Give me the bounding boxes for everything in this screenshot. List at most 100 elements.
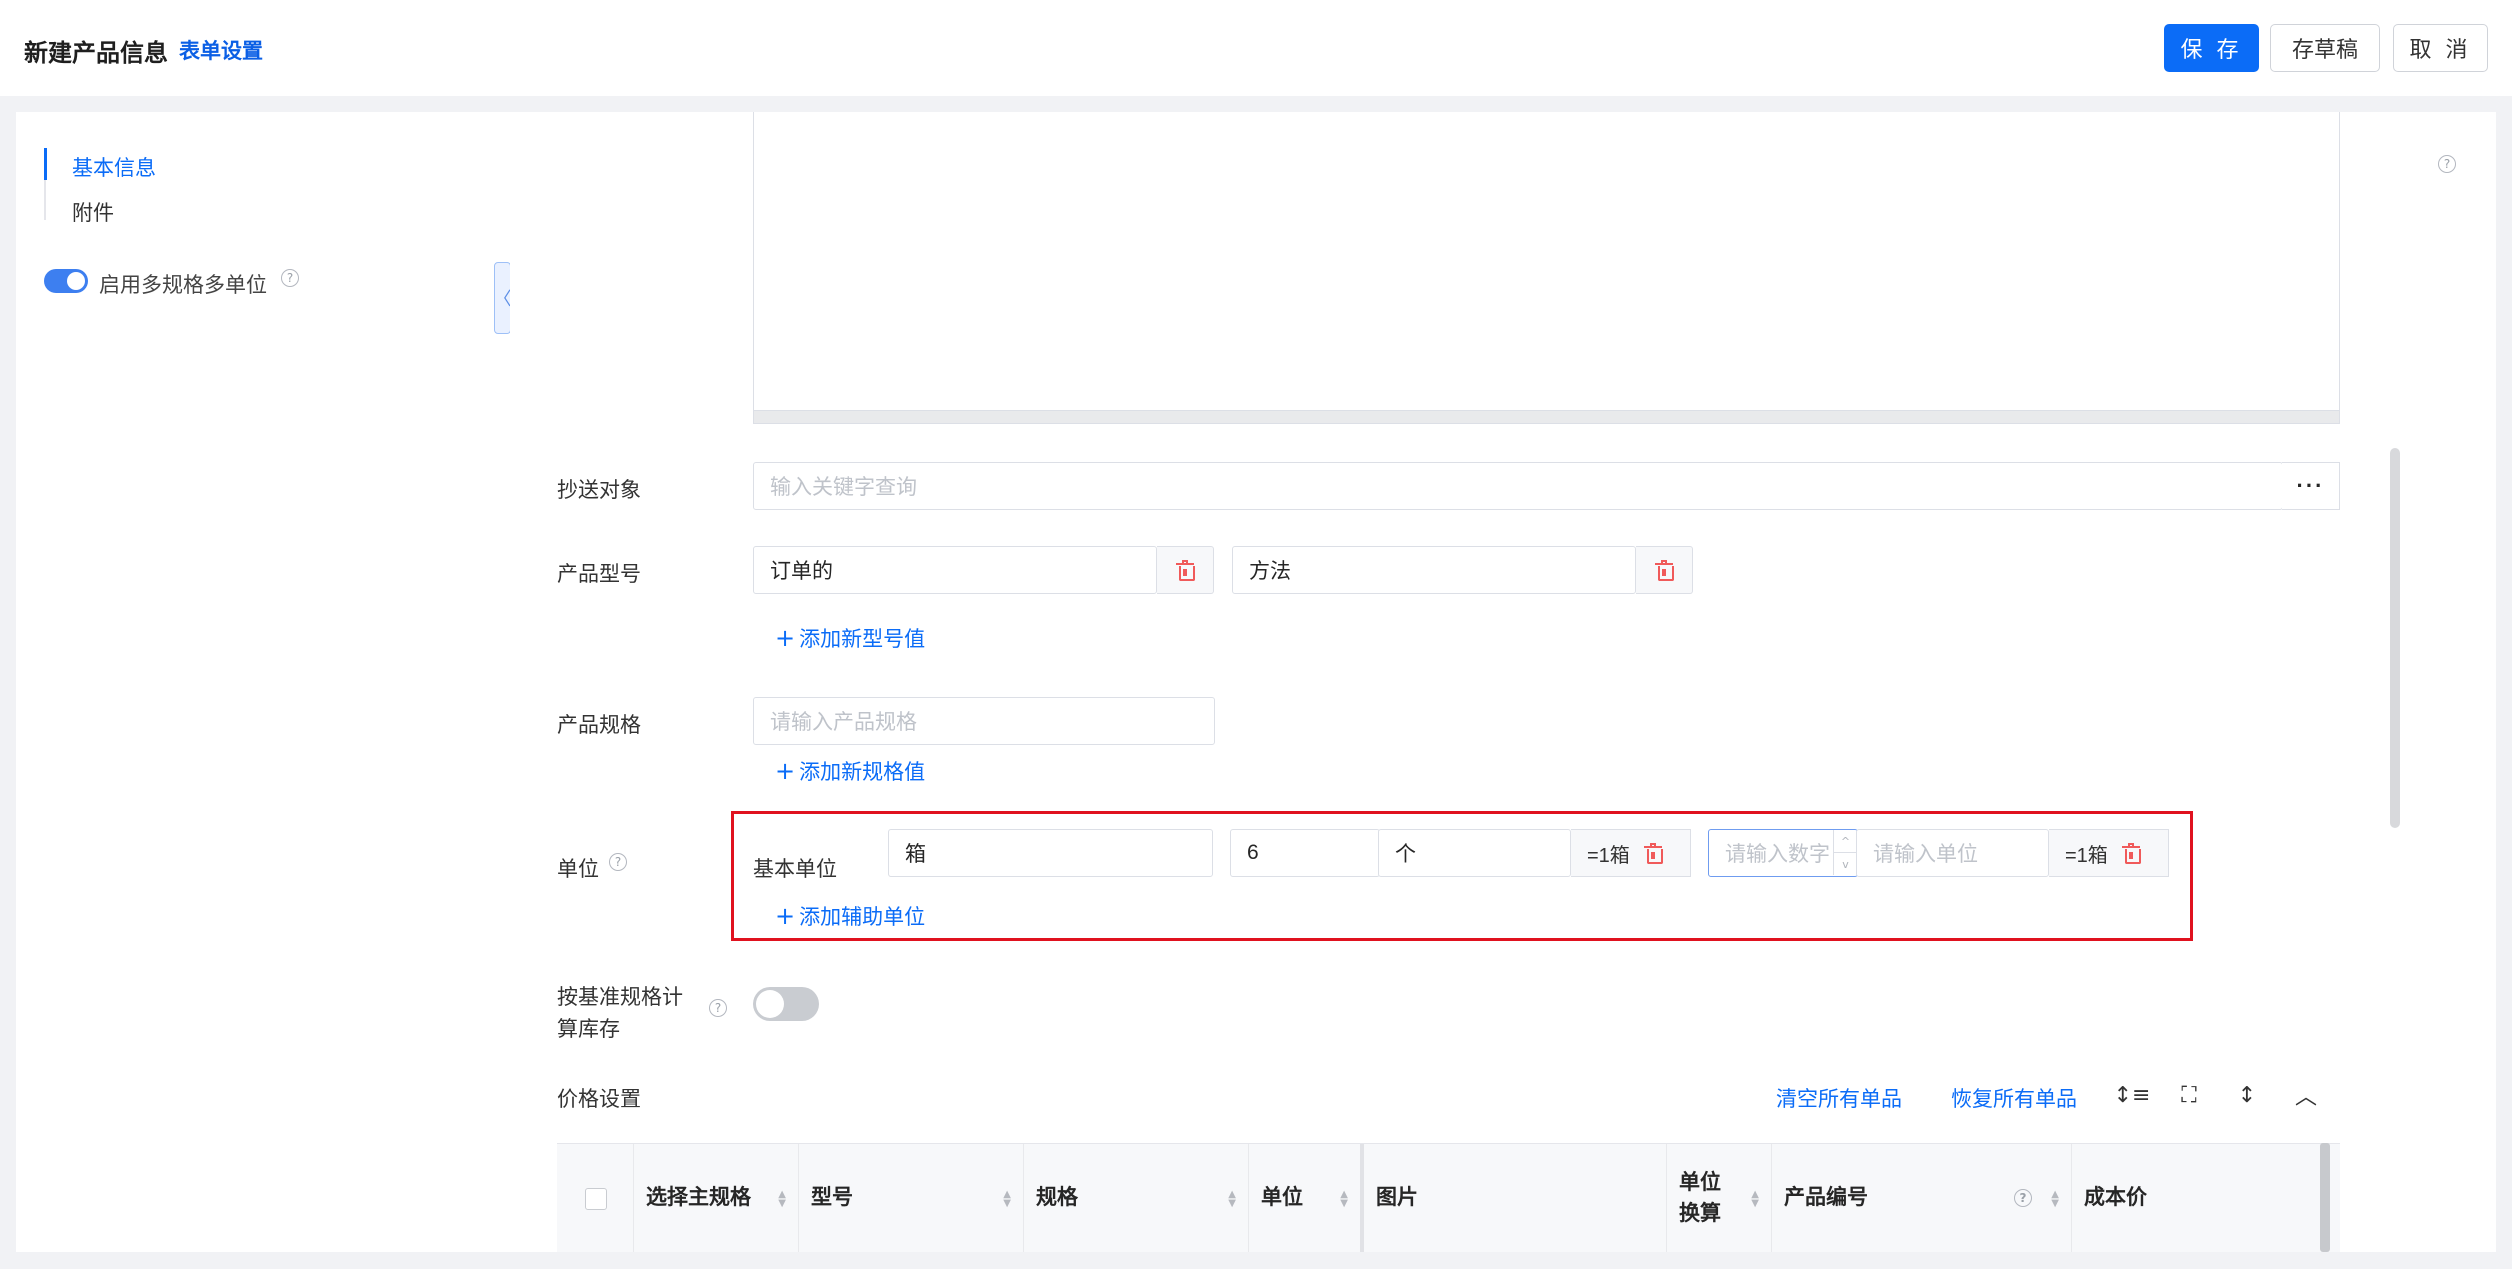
help-icon[interactable]: ?: [2014, 1189, 2032, 1207]
cc-placeholder: 输入关键字查询: [770, 476, 917, 499]
col-image[interactable]: 图片: [1364, 1144, 1667, 1252]
aux-unit-2-name-input[interactable]: 请输入单位: [1856, 829, 2049, 877]
trash-icon: [1655, 560, 1674, 581]
aux-unit-2-eq-text: =1箱: [2065, 844, 2108, 867]
stock-by-base-toggle[interactable]: [753, 987, 819, 1021]
table-scrollbar[interactable]: [2320, 1143, 2330, 1252]
base-unit-value: 箱: [905, 843, 926, 866]
save-button[interactable]: 保 存: [2164, 24, 2259, 72]
model-value-2: 方法: [1249, 560, 1291, 583]
select-all-checkbox[interactable]: [585, 1187, 607, 1210]
help-icon[interactable]: ?: [609, 853, 627, 871]
col-unit-conversion[interactable]: 单位 换算 ▲ ▼: [1667, 1144, 1772, 1252]
base-unit-label: 基本单位: [753, 858, 837, 881]
right-rail: ?: [2400, 112, 2496, 1252]
col-cost-price[interactable]: 成本价: [2072, 1144, 2340, 1252]
sort-icon[interactable]: ▲ ▼: [1228, 1190, 1236, 1209]
cc-label: 抄送对象: [557, 479, 641, 502]
help-icon[interactable]: ?: [281, 269, 299, 287]
col-model[interactable]: 型号 ▲ ▼: [799, 1144, 1024, 1252]
help-icon[interactable]: ?: [709, 999, 727, 1017]
add-model-label: 添加新型号值: [799, 628, 926, 651]
bottom-gutter: [0, 1252, 2512, 1269]
spec-label: 产品规格: [557, 714, 641, 737]
model-value-1: 订单的: [770, 560, 833, 583]
unit-label: 单位: [557, 858, 599, 881]
cancel-button[interactable]: 取 消: [2393, 24, 2488, 72]
delete-model-2-button[interactable]: [1636, 546, 1693, 594]
col-unit-label: 单位: [1261, 1186, 1303, 1210]
spec-input[interactable]: 请输入产品规格: [753, 697, 1215, 745]
stepper-up-icon[interactable]: ^: [1834, 830, 1857, 853]
col-unit-conversion-label: 单位 换算: [1679, 1171, 1721, 1225]
sort-icon[interactable]: ▲ ▼: [1751, 1190, 1759, 1209]
col-spec[interactable]: 规格 ▲ ▼: [1024, 1144, 1249, 1252]
plus-icon: +: [775, 624, 796, 652]
col-spec-label: 规格: [1036, 1186, 1078, 1210]
col-cost-price-label: 成本价: [2084, 1186, 2147, 1210]
trash-icon[interactable]: [2121, 843, 2141, 864]
nav-item-basic-info[interactable]: 基本信息: [72, 152, 156, 182]
page-scrollbar[interactable]: [2390, 448, 2400, 828]
aux-unit-2-qty-input[interactable]: 请输入数字 ^ v: [1708, 829, 1858, 877]
aux-unit-1-eq-text: =1箱: [1587, 844, 1630, 867]
model-value-input-1[interactable]: 订单的: [753, 546, 1157, 594]
stepper-down-icon[interactable]: v: [1834, 853, 1857, 875]
add-aux-unit-label: 添加辅助单位: [799, 906, 926, 929]
trash-icon[interactable]: [1643, 843, 1663, 864]
nav-active-indicator: [44, 148, 47, 180]
row-density-icon[interactable]: ↕≡: [2114, 1080, 2151, 1110]
col-product-code-label: 产品编号: [1784, 1186, 1868, 1210]
multi-spec-toggle[interactable]: [44, 269, 88, 293]
left-sidebar: 基本信息 附件 启用多规格多单位 ?: [16, 112, 510, 1252]
restore-all-items-link[interactable]: 恢复所有单品: [1951, 1083, 2077, 1113]
spec-placeholder: 请输入产品规格: [770, 711, 917, 734]
col-main-spec-label: 选择主规格: [646, 1186, 751, 1210]
fullscreen-icon[interactable]: ⛶: [2174, 1080, 2204, 1110]
collapse-section-icon[interactable]: ︿: [2291, 1080, 2321, 1110]
price-table-header: 选择主规格 ▲ ▼ 型号 ▲ ▼ 规格 ▲ ▼ 单位 ▲ ▼ 图片 单位 换算 ▲ ▼ 产…: [557, 1143, 2340, 1252]
cc-more-button[interactable]: ···: [2282, 462, 2340, 510]
col-image-label: 图片: [1376, 1186, 1418, 1210]
save-draft-button[interactable]: 存草稿: [2270, 24, 2380, 72]
aux-unit-1-qty: 6: [1247, 841, 1259, 864]
sidebar-collapse-handle[interactable]: 〈: [494, 262, 512, 334]
stock-by-base-label-2: 算库存: [557, 1018, 620, 1041]
delete-model-1-button[interactable]: [1157, 546, 1214, 594]
number-stepper[interactable]: ^ v: [1833, 830, 1857, 875]
aux-unit-1-name: 个: [1395, 843, 1416, 866]
trash-icon: [1176, 560, 1195, 581]
aux-unit-1-name-input[interactable]: 个: [1378, 829, 1571, 877]
aux-unit-1-qty-input[interactable]: 6: [1230, 829, 1380, 877]
add-spec-label: 添加新规格值: [799, 761, 926, 784]
add-spec-link[interactable]: + 添加新规格值: [775, 756, 925, 786]
model-value-input-2[interactable]: 方法: [1232, 546, 1636, 594]
help-icon[interactable]: ?: [2438, 155, 2456, 173]
base-unit-input[interactable]: 箱: [888, 829, 1213, 877]
rich-text-editor[interactable]: [753, 112, 2340, 424]
aux-unit-2-equivalence: =1箱: [2049, 829, 2169, 877]
expand-rows-icon[interactable]: ↕: [2232, 1080, 2262, 1110]
form-settings-link[interactable]: 表单设置: [179, 35, 263, 65]
editor-resize-bar[interactable]: [753, 410, 2340, 424]
add-aux-unit-link[interactable]: + 添加辅助单位: [775, 901, 925, 931]
sort-icon[interactable]: ▲ ▼: [778, 1190, 786, 1209]
clear-all-items-link[interactable]: 清空所有单品: [1776, 1083, 1902, 1113]
select-all-cell: [557, 1144, 634, 1252]
col-product-code[interactable]: 产品编号 ? ▲ ▼: [1772, 1144, 2072, 1252]
sort-icon[interactable]: ▲ ▼: [1340, 1190, 1348, 1209]
sort-icon[interactable]: ▲ ▼: [2051, 1190, 2059, 1209]
price-settings-title: 价格设置: [557, 1088, 641, 1111]
model-label: 产品型号: [557, 563, 641, 586]
nav-item-attachments[interactable]: 附件: [72, 197, 114, 227]
main-form: 抄送对象 输入关键字查询 ··· 产品型号 订单的 方法 + 添加新型号值 产品规…: [510, 112, 2400, 1252]
sort-icon[interactable]: ▲ ▼: [1003, 1190, 1011, 1209]
multi-spec-label: 启用多规格多单位: [99, 274, 267, 297]
col-main-spec[interactable]: 选择主规格 ▲ ▼: [634, 1144, 799, 1252]
cc-search-input[interactable]: 输入关键字查询: [753, 462, 2283, 510]
col-unit[interactable]: 单位 ▲ ▼: [1249, 1144, 1364, 1252]
toggle-knob: [67, 272, 85, 290]
toggle-knob: [756, 990, 784, 1018]
aux-unit-2-qty-placeholder: 请输入数字: [1725, 843, 1830, 866]
add-model-link[interactable]: + 添加新型号值: [775, 623, 925, 653]
